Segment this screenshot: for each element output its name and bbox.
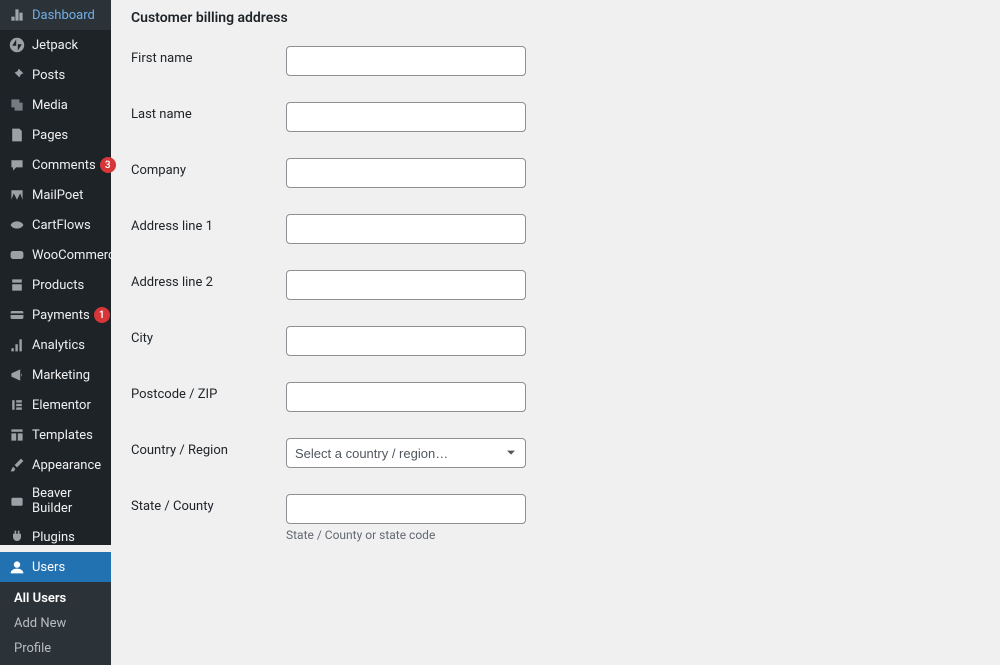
payments-icon: [8, 306, 26, 324]
users-icon: [8, 558, 26, 576]
sidebar-item-label: Payments: [32, 308, 90, 323]
media-icon: [8, 96, 26, 114]
sidebar-item-mailpoet[interactable]: MailPoet: [0, 180, 111, 210]
sidebar-item-posts[interactable]: Posts: [0, 60, 111, 90]
templates-icon: [8, 426, 26, 444]
products-icon: [8, 276, 26, 294]
cartflows-icon: [8, 216, 26, 234]
sidebar-item-label: Media: [32, 98, 68, 113]
row-country: Country / Region Select a country / regi…: [131, 438, 980, 468]
desc-state: State / County or state code: [286, 528, 526, 542]
woocommerce-icon: [8, 246, 26, 264]
sidebar-item-media[interactable]: Media: [0, 90, 111, 120]
row-first-name: First name: [131, 46, 980, 76]
label-address1: Address line 1: [131, 214, 286, 234]
mailpoet-icon: [8, 186, 26, 204]
sidebar-item-elementor[interactable]: Elementor: [0, 390, 111, 420]
main-content: Customer billing address First name Last…: [111, 0, 1000, 545]
megaphone-icon: [8, 366, 26, 384]
pin-icon: [8, 66, 26, 84]
input-address1[interactable]: [286, 214, 526, 244]
sidebar-item-label: Pages: [32, 128, 68, 143]
row-postcode: Postcode / ZIP: [131, 382, 980, 412]
admin-sidebar: Dashboard Jetpack Posts Media Pages Comm…: [0, 0, 111, 545]
input-postcode[interactable]: [286, 382, 526, 412]
comments-icon: [8, 156, 26, 174]
dashboard-icon: [8, 6, 26, 24]
jetpack-icon: [8, 36, 26, 54]
plug-icon: [8, 528, 26, 546]
row-last-name: Last name: [131, 102, 980, 132]
sidebar-item-label: Comments: [32, 158, 96, 173]
submenu-add-new[interactable]: Add New: [0, 611, 111, 636]
label-postcode: Postcode / ZIP: [131, 382, 286, 402]
sidebar-item-payments[interactable]: Payments 1: [0, 300, 111, 330]
label-state: State / County: [131, 494, 286, 514]
submenu-profile[interactable]: Profile: [0, 636, 111, 661]
row-state: State / County State / County or state c…: [131, 494, 980, 542]
sidebar-item-label: Appearance: [32, 458, 101, 473]
sidebar-item-label: Marketing: [32, 368, 90, 383]
row-address1: Address line 1: [131, 214, 980, 244]
sidebar-item-analytics[interactable]: Analytics: [0, 330, 111, 360]
label-city: City: [131, 326, 286, 346]
sidebar-item-products[interactable]: Products: [0, 270, 111, 300]
brush-icon: [8, 456, 26, 474]
sidebar-item-label: Plugins: [32, 530, 75, 545]
sidebar-item-templates[interactable]: Templates: [0, 420, 111, 450]
sidebar-item-beaver-builder[interactable]: Beaver Builder: [0, 480, 111, 522]
section-title: Customer billing address: [131, 10, 980, 26]
sidebar-item-pages[interactable]: Pages: [0, 120, 111, 150]
sidebar-item-label: Analytics: [32, 338, 85, 353]
input-last-name[interactable]: [286, 102, 526, 132]
sidebar-item-label: Elementor: [32, 398, 91, 413]
page-icon: [8, 126, 26, 144]
select-country[interactable]: Select a country / region…: [286, 438, 526, 468]
row-city: City: [131, 326, 980, 356]
sidebar-item-label: Beaver Builder: [32, 486, 103, 516]
label-last-name: Last name: [131, 102, 286, 122]
sidebar-item-users[interactable]: Users: [0, 552, 111, 582]
label-address2: Address line 2: [131, 270, 286, 290]
input-first-name[interactable]: [286, 46, 526, 76]
row-company: Company: [131, 158, 980, 188]
comments-badge: 3: [100, 157, 116, 173]
input-address2[interactable]: [286, 270, 526, 300]
sidebar-item-label: WooCommerce: [32, 248, 122, 263]
submenu-all-users[interactable]: All Users: [0, 586, 111, 611]
sidebar-item-label: CartFlows: [32, 218, 91, 233]
analytics-icon: [8, 336, 26, 354]
beaver-icon: [8, 492, 26, 510]
sidebar-item-label: Dashboard: [32, 8, 95, 23]
sidebar-item-jetpack[interactable]: Jetpack: [0, 30, 111, 60]
users-submenu: All Users Add New Profile: [0, 582, 111, 665]
sidebar-item-dashboard[interactable]: Dashboard: [0, 0, 111, 30]
sidebar-item-label: Products: [32, 278, 84, 293]
input-company[interactable]: [286, 158, 526, 188]
sidebar-item-label: Templates: [32, 428, 93, 443]
sidebar-item-cartflows[interactable]: CartFlows: [0, 210, 111, 240]
input-city[interactable]: [286, 326, 526, 356]
row-address2: Address line 2: [131, 270, 980, 300]
sidebar-item-woocommerce[interactable]: WooCommerce: [0, 240, 111, 270]
sidebar-item-label: MailPoet: [32, 188, 83, 203]
sidebar-item-label: Users: [32, 560, 65, 575]
sidebar-item-comments[interactable]: Comments 3: [0, 150, 111, 180]
sidebar-item-label: Jetpack: [32, 38, 78, 53]
sidebar-item-label: Posts: [32, 68, 65, 83]
elementor-icon: [8, 396, 26, 414]
payments-badge: 1: [94, 307, 110, 323]
sidebar-item-marketing[interactable]: Marketing: [0, 360, 111, 390]
sidebar-item-appearance[interactable]: Appearance: [0, 450, 111, 480]
sidebar-item-plugins[interactable]: Plugins: [0, 522, 111, 552]
input-state[interactable]: [286, 494, 526, 524]
label-country: Country / Region: [131, 438, 286, 458]
label-first-name: First name: [131, 46, 286, 66]
label-company: Company: [131, 158, 286, 178]
